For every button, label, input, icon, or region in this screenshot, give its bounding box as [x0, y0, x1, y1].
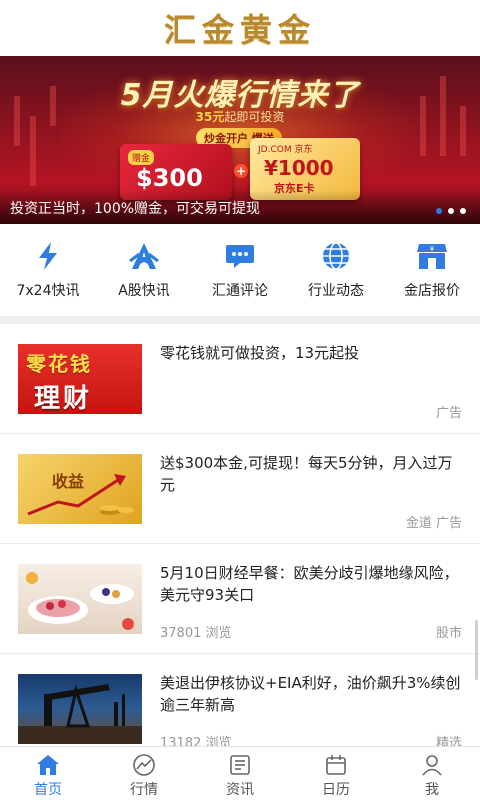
svg-text:¥: ¥ [430, 245, 435, 253]
news-view-count: 37801 浏览 [160, 626, 232, 641]
tab-label: 日历 [322, 782, 350, 798]
lightning-icon [32, 240, 64, 272]
banner-subtitle: 35元起即可投资 [0, 108, 480, 125]
quicknav-commentary[interactable]: 汇通评论 [192, 224, 288, 316]
quicknav-flash-news[interactable]: 7x24快讯 [0, 224, 96, 316]
quicknav-label: 7x24快讯 [16, 283, 80, 299]
news-title: 5月10日财经早餐：欧美分歧引爆地缘风险，美元守93关口 [160, 564, 459, 604]
chart-icon [131, 753, 157, 777]
quicknav-a-share-news[interactable]: A股快讯 [96, 224, 192, 316]
promo-banner[interactable]: 5月火爆行情来了 35元起即可投资 炒金开户 爆送 赠金 $300 + JD.C… [0, 56, 480, 224]
home-icon [35, 753, 61, 777]
banner-pagination [436, 208, 466, 214]
tab-label: 首页 [34, 782, 62, 798]
news-list: 零花钱 理财 零花钱就可做投资，13元起投 广告 收益 送$300本金,可提现！… [0, 324, 480, 764]
tab-calendar[interactable]: 日历 [288, 747, 384, 800]
tab-home[interactable]: 首页 [0, 747, 96, 800]
tab-market[interactable]: 行情 [96, 747, 192, 800]
quicknav-label: 汇通评论 [212, 283, 268, 299]
news-title: 送$300本金,可提现！每天5分钟，月入过万元 [160, 454, 453, 494]
breakfast-image [26, 572, 134, 630]
tab-news[interactable]: 资讯 [192, 747, 288, 800]
thumbnail-text: 理财 [34, 384, 93, 414]
banner-caption: 投资正当时，100%赠金，可交易可提现 [10, 201, 261, 217]
news-thumbnail [18, 674, 142, 744]
quicknav-industry[interactable]: 行业动态 [288, 224, 384, 316]
news-tag: 金道 广告 [405, 516, 462, 531]
calendar-icon [323, 753, 349, 777]
a-share-icon [128, 240, 160, 272]
news-thumbnail: 收益 [18, 454, 142, 524]
news-title: 美退出伊核协议+EIA利好，油价飙升3%续创逾三年新高 [160, 674, 461, 714]
jd-card-amount: ¥1000 [264, 156, 334, 180]
thumbnail-text: 收益 [52, 472, 85, 491]
plus-icon: + [234, 164, 248, 178]
news-category: 股市 [435, 626, 462, 641]
quicknav-label: 金店报价 [404, 283, 460, 299]
bottom-tab-bar: 首页 行情 资讯 日历 我 [0, 746, 480, 800]
news-thumbnail [18, 564, 142, 634]
user-icon [419, 753, 445, 777]
app-logo-title: 汇金黄金 [163, 11, 316, 49]
quick-nav: 7x24快讯 A股快讯 汇通评论 行业动态 ¥ 金店报价 [0, 224, 480, 316]
banner-sub-text: 起即可投资 [224, 110, 285, 124]
quicknav-store-price[interactable]: ¥ 金店报价 [384, 224, 480, 316]
quicknav-label: 行业动态 [308, 283, 364, 299]
section-divider [0, 316, 480, 324]
comment-icon [224, 240, 256, 272]
news-thumbnail: 零花钱 理财 [18, 344, 142, 414]
thumbnail-text: 零花钱 [26, 352, 92, 376]
news-item[interactable]: 收益 送$300本金,可提现！每天5分钟，月入过万元 金道 广告 [0, 434, 480, 544]
news-icon [227, 753, 253, 777]
store-icon: ¥ [416, 240, 448, 272]
tab-label: 资讯 [226, 782, 254, 798]
news-item[interactable]: 5月10日财经早餐：欧美分歧引爆地缘风险，美元守93关口 37801 浏览 股市 [0, 544, 480, 654]
news-tag: 广告 [435, 406, 462, 421]
quicknav-label: A股快讯 [118, 283, 170, 299]
banner-dot[interactable] [436, 208, 442, 214]
oil-pump-image [18, 684, 142, 744]
tab-label: 行情 [130, 782, 158, 798]
app-header: 汇金黄金 [0, 0, 480, 56]
scrollbar[interactable] [475, 620, 478, 680]
banner-sub-amount: 35元 [195, 110, 225, 124]
news-title: 零花钱就可做投资，13元起投 [160, 344, 360, 362]
banner-dot[interactable] [460, 208, 466, 214]
news-item[interactable]: 零花钱 理财 零花钱就可做投资，13元起投 广告 [0, 324, 480, 434]
tab-profile[interactable]: 我 [384, 747, 480, 800]
globe-icon [320, 240, 352, 272]
banner-candle-decoration [30, 116, 36, 186]
jd-card-brand: JD.COM 京东 [258, 145, 313, 155]
tab-label: 我 [425, 782, 439, 798]
bonus-card-label: 赠金 [128, 150, 155, 165]
banner-dot[interactable] [448, 208, 454, 214]
bonus-card-amount: $300 [136, 164, 203, 192]
